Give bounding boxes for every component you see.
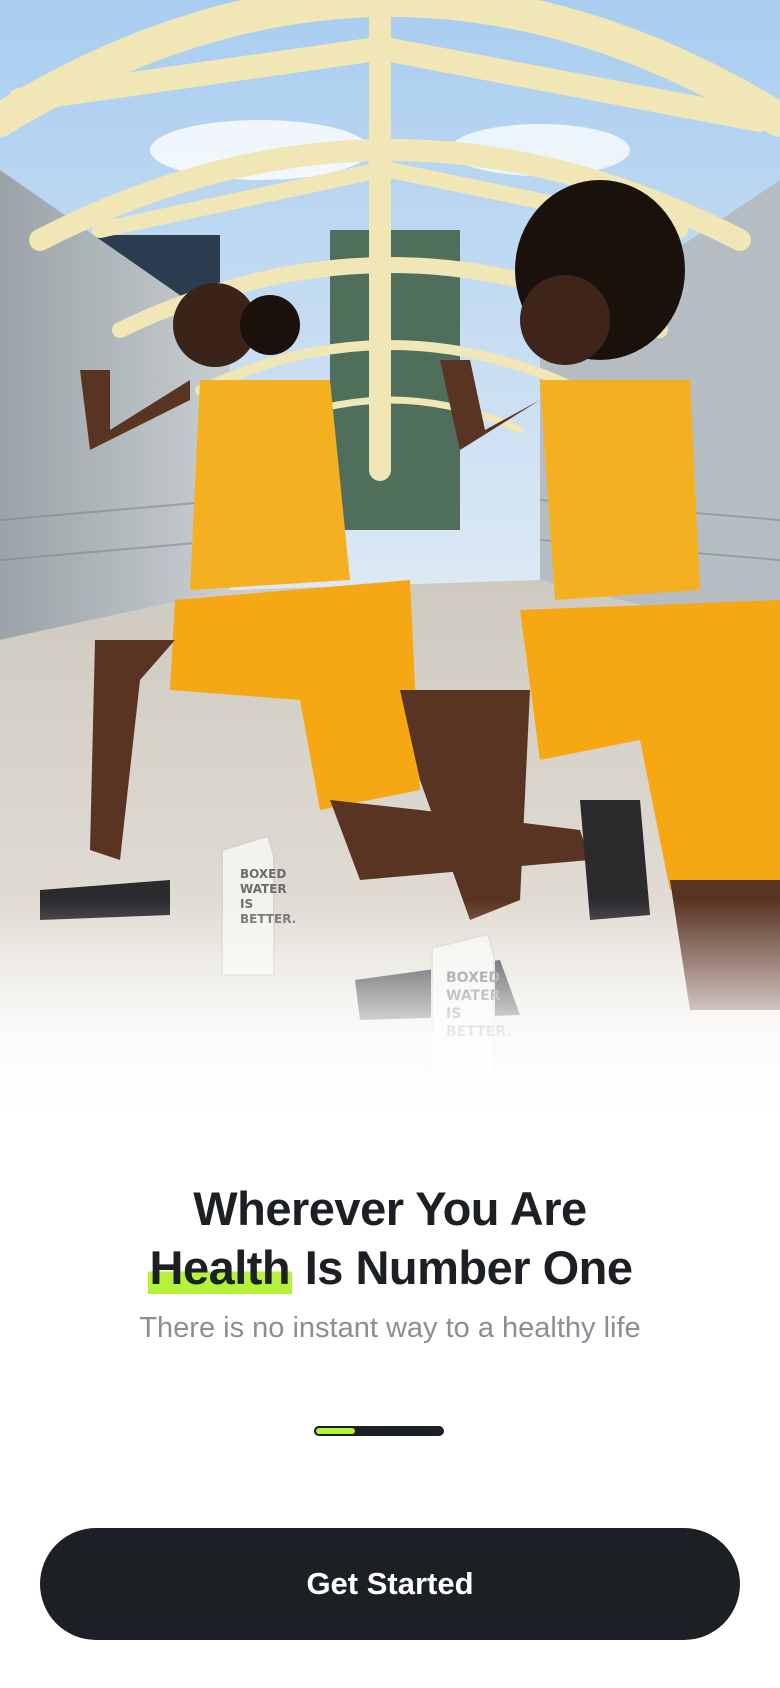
onboarding-progress-indicator [314,1426,444,1436]
svg-text:WATER: WATER [240,882,287,896]
hero-fade-overlay [0,900,780,1120]
subtitle: There is no instant way to a healthy lif… [139,1312,641,1344]
get-started-button[interactable]: Get Started [40,1528,740,1640]
page-title: Wherever You Are Health Is Number One [0,1179,780,1297]
title-line-2-rest: Is Number One [292,1241,633,1295]
title-line-2: Health Is Number One [0,1238,780,1297]
hero-image: BOXED WATER IS BETTER. BOXED WATER IS BE… [0,0,780,1120]
svg-text:BOXED: BOXED [240,867,286,881]
title-highlight: Health [147,1241,293,1295]
title-line-1: Wherever You Are [193,1182,587,1236]
progress-fill [314,1426,357,1436]
